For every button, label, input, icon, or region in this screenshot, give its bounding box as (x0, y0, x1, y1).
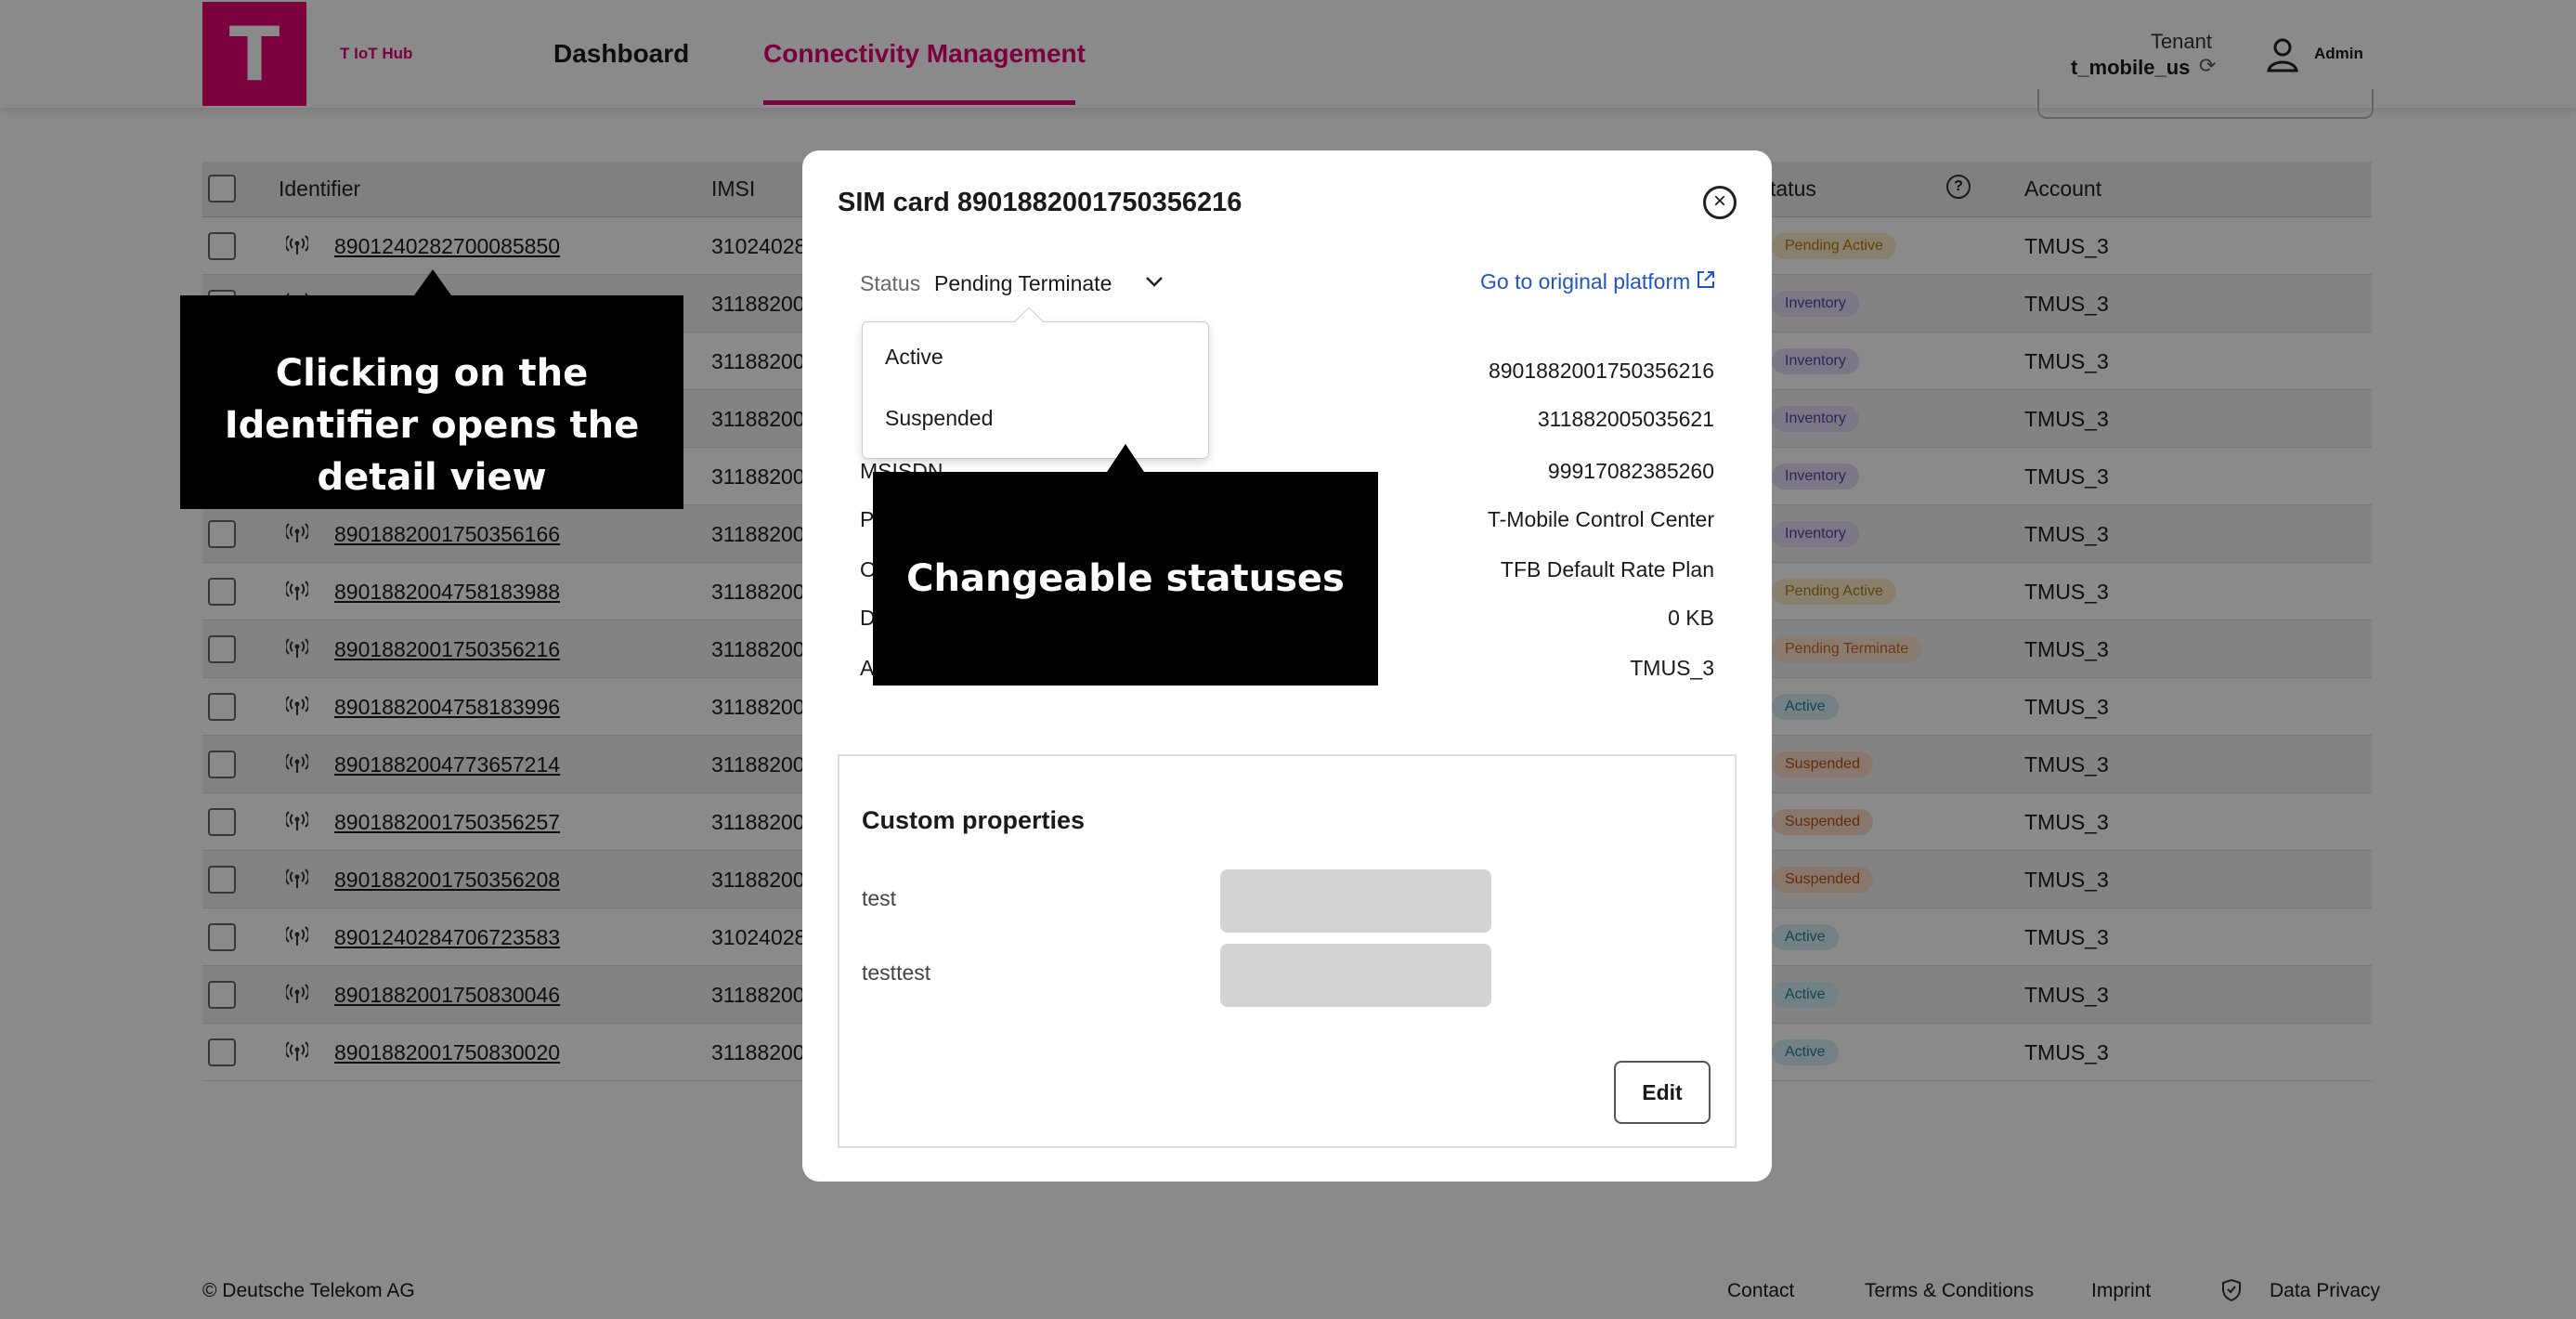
status-hint-pointer (1107, 444, 1144, 472)
original-platform-link[interactable]: Go to original platform (1480, 269, 1690, 294)
status-select[interactable]: Pending Terminate (934, 271, 1112, 296)
detail-value: TFB Default Rate Plan (1500, 557, 1714, 581)
detail-value: 0 KB (1668, 606, 1714, 630)
close-icon[interactable]: × (1703, 186, 1737, 219)
dropdown-notch (1014, 307, 1044, 336)
modal-title: SIM card 8901882001750356216 (838, 188, 1242, 217)
property-input-test[interactable] (1220, 869, 1491, 933)
identifier-hint-pointer (414, 269, 451, 295)
detail-value: 8901882001750356216 (1488, 359, 1714, 383)
status-option-active[interactable]: Active (885, 345, 943, 370)
status-hint-callout: Changeable statuses (873, 472, 1378, 686)
custom-properties-panel: Custom properties test testtest Edit (838, 754, 1737, 1148)
status-dropdown: Active Suspended (862, 307, 1209, 459)
detail-value: TMUS_3 (1630, 656, 1714, 680)
property-input-testtest[interactable] (1220, 944, 1491, 1007)
status-label: Status (860, 271, 921, 295)
detail-value: 99917082385260 (1547, 459, 1714, 483)
chevron-down-icon[interactable] (1142, 269, 1166, 294)
detail-value: 311882005035621 (1537, 407, 1714, 431)
custom-properties-title: Custom properties (862, 806, 1086, 834)
edit-button[interactable]: Edit (1614, 1061, 1711, 1124)
external-link-icon[interactable] (1696, 269, 1716, 290)
identifier-hint-callout: Clicking on the Identifier opens the det… (180, 295, 683, 509)
property-label-test: test (862, 886, 897, 910)
status-option-suspended[interactable]: Suspended (885, 406, 993, 431)
detail-value: T-Mobile Control Center (1487, 507, 1714, 531)
property-label-testtest: testtest (862, 960, 931, 985)
